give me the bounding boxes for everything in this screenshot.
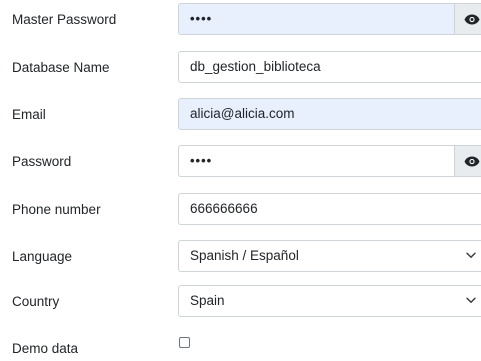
phone-input[interactable]: 666666666: [178, 193, 481, 225]
country-row: Country Spain: [0, 285, 481, 319]
demo-data-row: Demo data: [0, 334, 481, 360]
language-label: Language: [12, 249, 73, 264]
email-field[interactable]: alicia@alicia.com: [178, 98, 481, 130]
database-name-label: Database Name: [12, 60, 110, 75]
email-row: Email alicia@alicia.com: [0, 98, 481, 132]
master-password-input[interactable]: ••••: [178, 3, 454, 35]
master-password-row: Master Password ••••: [0, 3, 481, 37]
phone-row: Phone number 666666666: [0, 193, 481, 227]
chevron-down-icon: [466, 252, 476, 258]
password-input[interactable]: ••••: [178, 145, 454, 177]
chevron-down-icon: [466, 297, 476, 303]
demo-data-checkbox[interactable]: [179, 337, 190, 348]
email-value: alicia@alicia.com: [190, 106, 295, 121]
phone-value: 666666666: [190, 201, 258, 216]
master-password-label: Master Password: [12, 12, 117, 27]
language-row: Language Spanish / Español: [0, 240, 481, 274]
database-name-row: Database Name db_gestion_biblioteca: [0, 51, 481, 85]
database-name-value: db_gestion_biblioteca: [190, 59, 321, 74]
eye-icon: [464, 156, 480, 167]
language-select[interactable]: Spanish / Español: [178, 240, 481, 272]
database-name-input[interactable]: db_gestion_biblioteca: [178, 51, 481, 83]
country-select[interactable]: Spain: [178, 285, 481, 317]
password-toggle-button[interactable]: [454, 145, 481, 177]
demo-data-label: Demo data: [12, 341, 79, 356]
password-row: Password ••••: [0, 145, 481, 179]
master-password-toggle-button[interactable]: [454, 3, 481, 35]
phone-label: Phone number: [12, 202, 101, 217]
eye-icon: [464, 14, 480, 25]
master-password-value: ••••: [190, 11, 213, 26]
password-label: Password: [12, 154, 72, 169]
country-label: Country: [12, 294, 60, 309]
country-selected-value: Spain: [190, 293, 225, 308]
email-label: Email: [12, 107, 46, 122]
database-create-form: Master Password •••• Database Name db_ge…: [0, 0, 481, 361]
password-value: ••••: [190, 153, 213, 168]
language-selected-value: Spanish / Español: [190, 248, 299, 263]
